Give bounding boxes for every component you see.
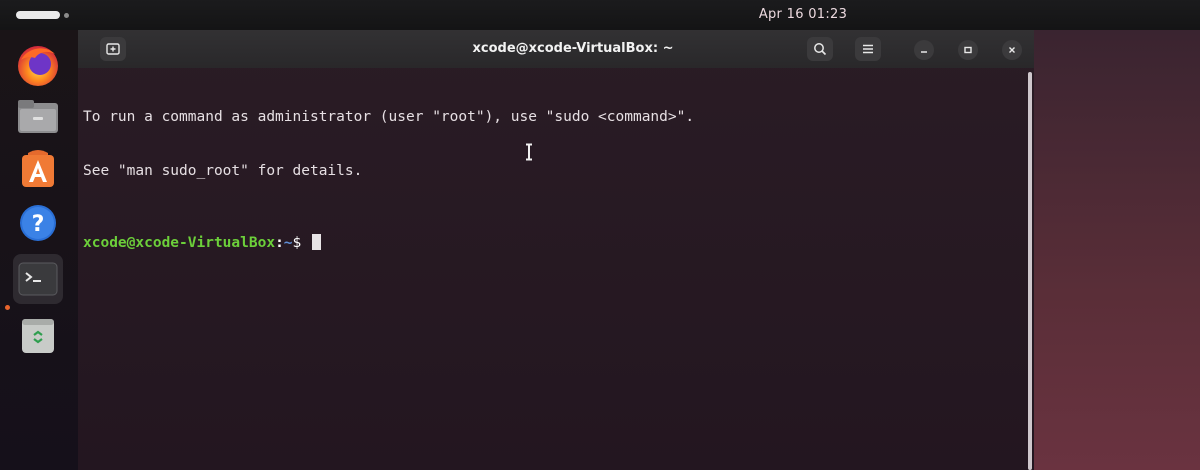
minimize-icon xyxy=(921,51,927,53)
dock-item-help[interactable]: ? xyxy=(13,198,63,248)
desktop-wallpaper xyxy=(1034,30,1200,470)
menu-button[interactable] xyxy=(855,37,881,61)
text-cursor xyxy=(312,234,321,250)
window-title: xcode@xcode-VirtualBox: ~ xyxy=(472,41,674,56)
scrollbar[interactable] xyxy=(1026,72,1034,470)
dock-item-files[interactable] xyxy=(13,92,63,142)
dock-item-trash[interactable] xyxy=(13,310,63,360)
folder-icon xyxy=(18,100,58,133)
new-tab-icon xyxy=(106,43,120,55)
help-icon: ? xyxy=(20,205,56,241)
svg-text:?: ? xyxy=(32,212,45,237)
running-indicator xyxy=(5,305,10,310)
hamburger-menu-icon xyxy=(863,44,873,54)
maximize-button[interactable] xyxy=(958,40,978,60)
trash-icon xyxy=(22,319,54,353)
ibeam-cursor-icon xyxy=(526,143,532,161)
prompt-directory: ~ xyxy=(283,235,293,251)
desktop: Apr 16 01:23 ? xcode@xcode-VirtualBox: ~… xyxy=(0,0,1200,470)
clock[interactable]: Apr 16 01:23 xyxy=(748,7,858,22)
prompt-symbol: $ xyxy=(292,235,310,251)
firefox-icon xyxy=(18,46,58,86)
terminal-output[interactable]: To run a command as administrator (user … xyxy=(83,72,1013,288)
dock-item-firefox[interactable] xyxy=(13,40,63,90)
prompt-line[interactable]: xcode@xcode-VirtualBox:~$ xyxy=(83,234,1013,252)
app-store-icon xyxy=(22,150,54,187)
prompt-separator: : xyxy=(275,235,284,251)
scrollbar-thumb[interactable] xyxy=(1028,72,1032,470)
prompt-user-host: xcode@xcode-VirtualBox xyxy=(83,235,276,251)
minimize-button[interactable] xyxy=(914,40,934,60)
terminal-titlebar[interactable]: xcode@xcode-VirtualBox: ~ xyxy=(78,30,1034,68)
close-icon xyxy=(1009,47,1015,53)
close-button[interactable] xyxy=(1002,40,1022,60)
dock: ? xyxy=(0,30,78,470)
output-line: To run a command as administrator (user … xyxy=(83,109,695,125)
top-bar: Apr 16 01:23 xyxy=(0,0,1200,30)
dock-item-app-center[interactable] xyxy=(13,144,63,194)
output-line: See "man sudo_root" for details. xyxy=(83,163,363,179)
new-tab-button[interactable] xyxy=(100,37,126,61)
workspace-dot[interactable] xyxy=(64,13,69,18)
maximize-icon xyxy=(964,46,972,54)
terminal-icon xyxy=(18,262,58,296)
dock-item-terminal[interactable] xyxy=(13,254,63,304)
search-icon xyxy=(814,43,827,56)
terminal-window[interactable]: xcode@xcode-VirtualBox: ~ To run a comma… xyxy=(78,30,1034,470)
activities-indicator[interactable] xyxy=(16,11,60,19)
search-button[interactable] xyxy=(807,37,833,61)
